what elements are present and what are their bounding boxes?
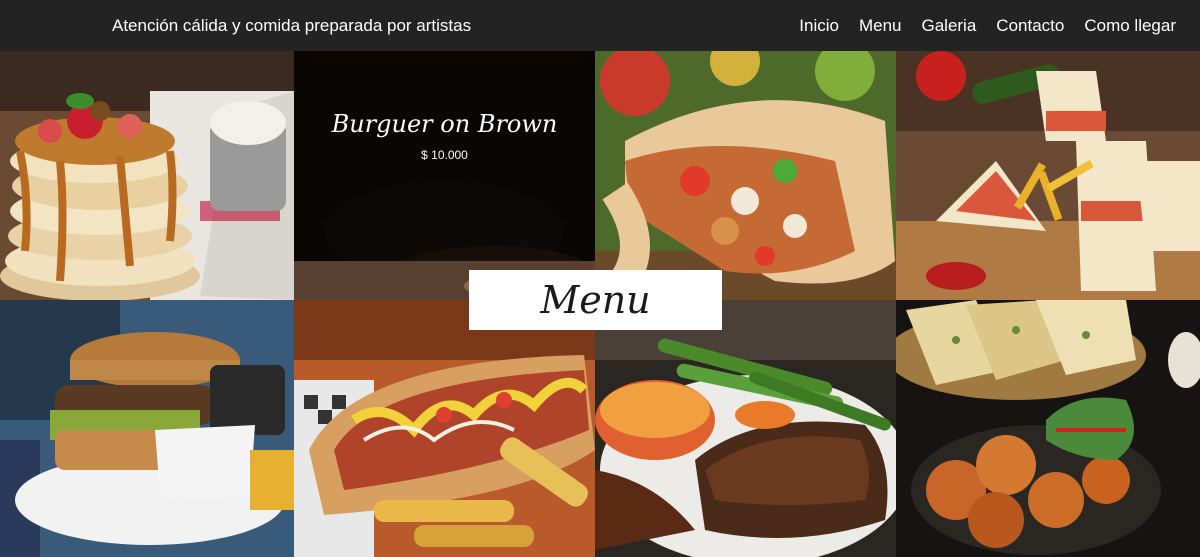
gallery-image-steak[interactable] [595,300,896,557]
gallery-image-featured-burger[interactable]: Burguer on Brown $ 10.000 [294,51,595,300]
nav-link-como-llegar[interactable]: Como llegar [1084,15,1176,37]
featured-dish-price: $ 10.000 [421,148,468,162]
gallery-image-sandwiches[interactable] [896,51,1200,300]
gallery-image-pancakes[interactable] [0,51,294,300]
main-nav: Inicio Menu Galeria Contacto Como llegar [799,15,1176,37]
menu-banner[interactable]: Menu [469,270,722,330]
top-navbar: Atención cálida y comida preparada por a… [0,0,1200,51]
nav-link-inicio[interactable]: Inicio [799,15,839,37]
nav-link-menu[interactable]: Menu [859,15,902,37]
gallery-image-hamburger[interactable] [0,300,294,557]
featured-dish-name: Burguer on Brown [331,110,558,138]
menu-banner-label: Menu [540,278,651,322]
gallery-image-hotdog[interactable] [294,300,595,557]
nav-link-galeria[interactable]: Galeria [921,15,976,37]
nav-link-contacto[interactable]: Contacto [996,15,1064,37]
site-tagline: Atención cálida y comida preparada por a… [112,16,472,35]
gallery-image-naan-basket[interactable] [896,300,1200,557]
gallery-image-burrito[interactable] [595,51,896,300]
